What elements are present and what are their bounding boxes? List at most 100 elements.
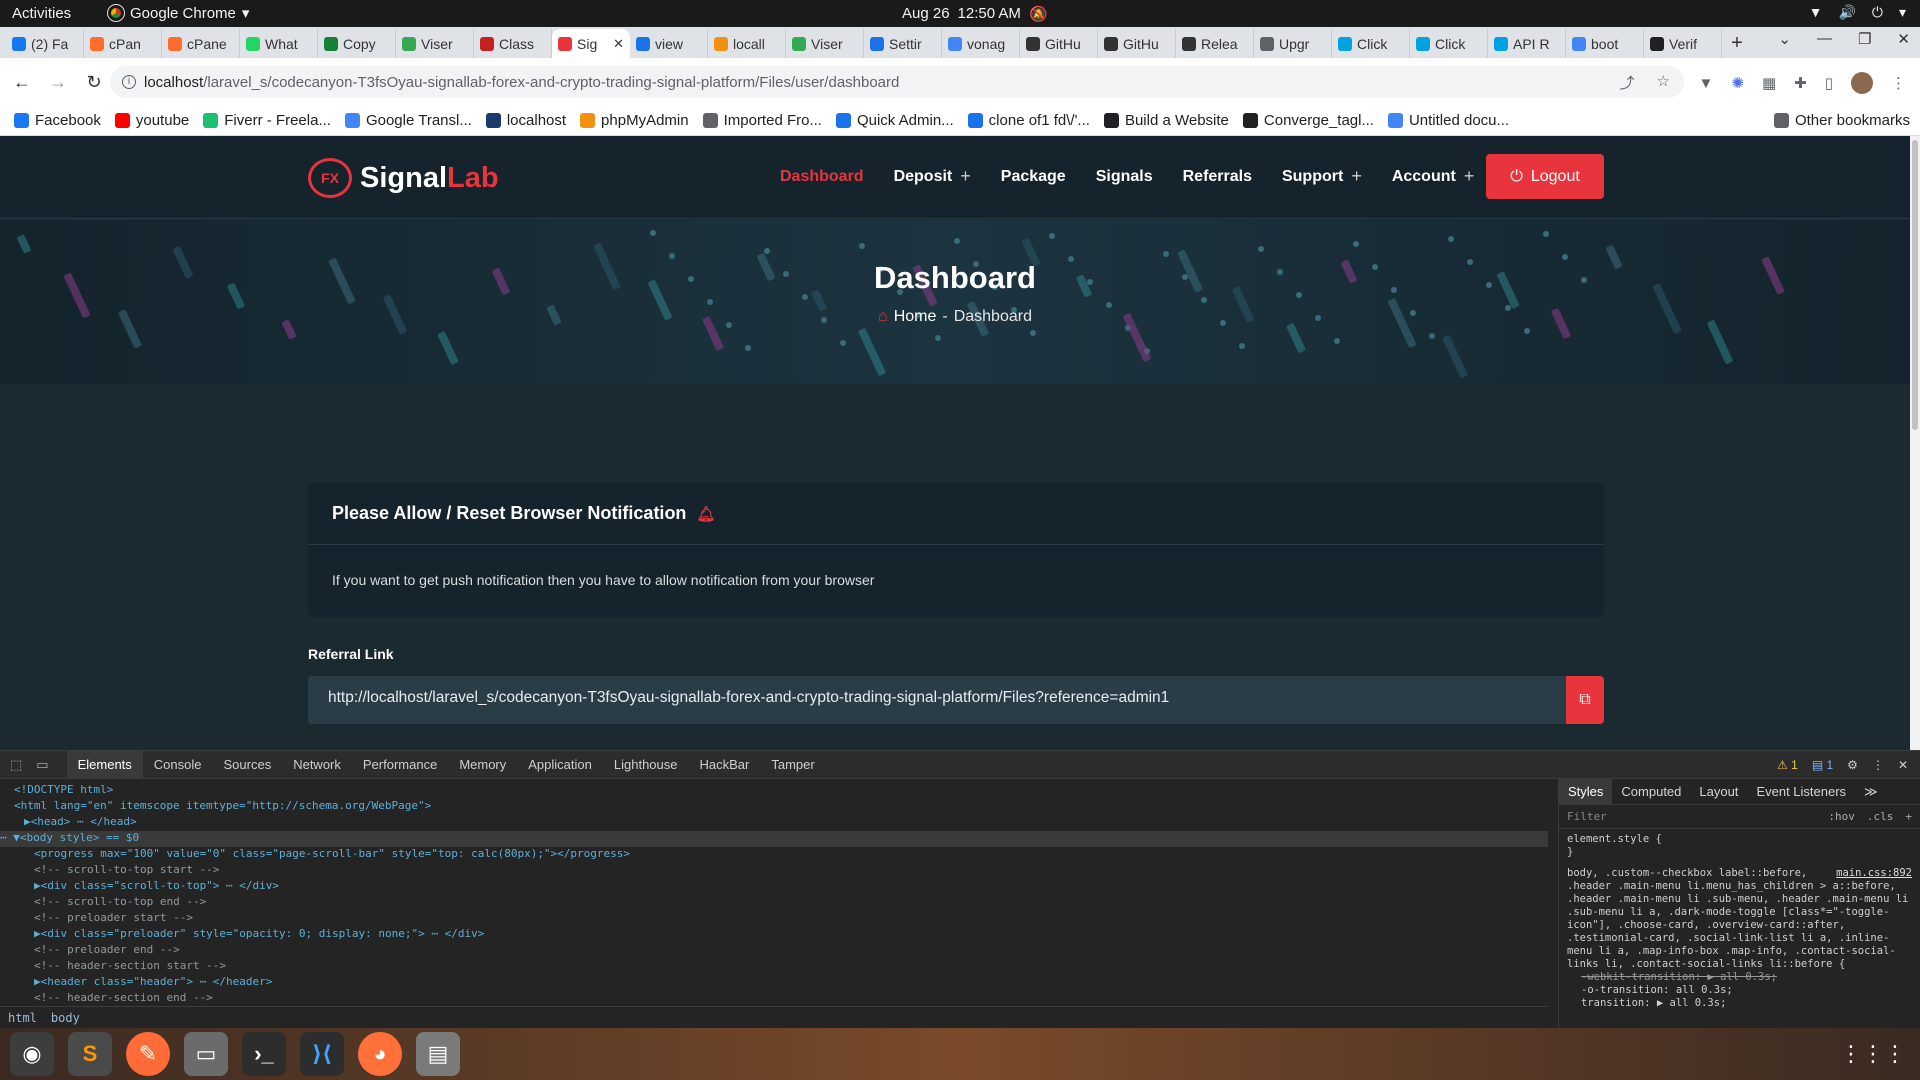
dom-node[interactable]: ▶<div class="scroll-to-top"> ⋯ </div>: [14, 879, 1548, 895]
clock[interactable]: Aug 26 12:50 AM 🔕: [902, 5, 1048, 23]
reload-icon[interactable]: ↻: [76, 72, 112, 93]
extension-gear-icon[interactable]: ✺: [1731, 74, 1744, 92]
dom-node[interactable]: <!-- preloader end -->: [14, 943, 1548, 959]
dom-node[interactable]: <!-- header-section start -->: [14, 959, 1548, 975]
browser-tab[interactable]: Sig ✕: [552, 29, 630, 58]
bookmark-item[interactable]: phpMyAdmin: [580, 112, 689, 129]
dom-node[interactable]: <!-- header-section end -->: [14, 991, 1548, 1006]
browser-tab[interactable]: boot: [1566, 29, 1644, 58]
nav-item-package[interactable]: Package: [1001, 166, 1066, 187]
browser-tab[interactable]: vonag: [942, 29, 1020, 58]
devtools-tab-elements[interactable]: Elements: [66, 750, 143, 779]
side-panel-icon[interactable]: ▯: [1825, 74, 1833, 92]
browser-tab[interactable]: view: [630, 29, 708, 58]
dom-node[interactable]: ▶<div class="preloader" style="opacity: …: [14, 927, 1548, 943]
bookmark-item[interactable]: Facebook: [14, 112, 101, 129]
profile-avatar[interactable]: [1851, 72, 1873, 94]
nav-item-signals[interactable]: Signals: [1096, 166, 1153, 187]
message-badge[interactable]: ▤ 1: [1812, 758, 1833, 772]
back-icon[interactable]: ←: [4, 72, 40, 93]
devtools-tab-performance[interactable]: Performance: [352, 751, 448, 779]
nav-item-support[interactable]: Support +: [1282, 166, 1362, 187]
logout-button[interactable]: ⏻ Logout: [1486, 154, 1604, 199]
bookmark-item[interactable]: localhost: [485, 112, 566, 129]
dom-node[interactable]: <progress max="100" value="0" class="pag…: [14, 847, 1548, 863]
dom-node[interactable]: ▶<head> ⋯ </head>: [14, 815, 1548, 831]
dom-node[interactable]: ⋯ ▼<body style> == $0: [0, 831, 1548, 847]
share-icon[interactable]: ⤴: [1620, 72, 1635, 93]
bookmark-item[interactable]: Untitled docu...: [1387, 112, 1509, 129]
browser-tab[interactable]: Relea: [1176, 29, 1254, 58]
bookmark-item[interactable]: youtube: [114, 112, 189, 129]
bookmark-item[interactable]: Google Transl...: [344, 112, 472, 129]
dom-breadcrumb-item[interactable]: body: [51, 1011, 80, 1025]
close-window-icon[interactable]: ✕: [1897, 30, 1910, 48]
devtools-tab-lighthouse[interactable]: Lighthouse: [603, 751, 689, 779]
site-logo[interactable]: FX SignalLab: [308, 158, 499, 198]
breadcrumb-home[interactable]: Home: [894, 308, 937, 326]
terminal-icon[interactable]: ›_: [242, 1032, 286, 1076]
styles-tab[interactable]: Layout: [1690, 779, 1747, 805]
css-property[interactable]: -webkit-transition: ▶ all 0.3s;: [1567, 971, 1912, 984]
browser-tab[interactable]: cPane: [162, 29, 240, 58]
styles-tab[interactable]: Event Listeners: [1747, 779, 1855, 805]
devtools-tab-tamper[interactable]: Tamper: [760, 751, 825, 779]
expand-plus-icon[interactable]: +: [1464, 166, 1475, 187]
rule-source-link[interactable]: main.css:892: [1836, 867, 1912, 880]
styles-tab[interactable]: Computed: [1612, 779, 1690, 805]
browser-tab[interactable]: Click: [1332, 29, 1410, 58]
dom-node[interactable]: <!DOCTYPE html>: [14, 783, 1548, 799]
dom-node[interactable]: <!-- scroll-to-top end -->: [14, 895, 1548, 911]
nav-item-deposit[interactable]: Deposit +: [894, 166, 971, 187]
vscode-icon[interactable]: ⟩⟨: [300, 1032, 344, 1076]
app-menu[interactable]: Google Chrome ▾: [107, 4, 249, 22]
browser-tab[interactable]: Copy: [318, 29, 396, 58]
sublime-text-icon[interactable]: S: [68, 1032, 112, 1076]
bookmark-item[interactable]: Converge_tagl...: [1242, 112, 1374, 129]
new-tab-button[interactable]: +: [1722, 29, 1752, 58]
styles-tab[interactable]: Styles: [1559, 778, 1613, 805]
show-applications-icon[interactable]: ⋮⋮⋮: [1840, 1041, 1906, 1067]
system-tray[interactable]: ▼ 🔊 ⏻ ▾: [1809, 4, 1906, 21]
dom-node[interactable]: <!-- preloader start -->: [14, 911, 1548, 927]
copy-button[interactable]: ⧉: [1566, 676, 1604, 724]
devtools-tab-hackbar[interactable]: HackBar: [689, 751, 761, 779]
browser-tab[interactable]: What: [240, 29, 318, 58]
expand-plus-icon[interactable]: +: [960, 166, 971, 187]
device-toolbar-icon[interactable]: ▭: [36, 757, 48, 773]
referral-link-input[interactable]: http://localhost/laravel_s/codecanyon-T3…: [308, 676, 1566, 724]
postman-icon[interactable]: ✎: [126, 1032, 170, 1076]
dom-node[interactable]: ▶<header class="header"> ⋯ </header>: [14, 975, 1548, 991]
browser-tab[interactable]: cPan: [84, 29, 162, 58]
nav-item-account[interactable]: Account +: [1392, 166, 1475, 187]
devtools-tab-network[interactable]: Network: [282, 751, 352, 779]
bell-icon[interactable]: 🔔︎: [696, 505, 715, 523]
minimize-icon[interactable]: —: [1817, 30, 1832, 48]
css-property[interactable]: transition: ▶ all 0.3s;: [1567, 997, 1912, 1010]
close-devtools-icon[interactable]: ✕: [1898, 758, 1908, 772]
extensions-puzzle-icon[interactable]: ✚: [1794, 74, 1807, 92]
nav-item-referrals[interactable]: Referrals: [1183, 166, 1252, 187]
extension-calendar-icon[interactable]: ▦: [1762, 74, 1776, 92]
dom-breadcrumb-item[interactable]: html: [8, 1011, 37, 1025]
browser-tab[interactable]: Verif: [1644, 29, 1722, 58]
devtools-tab-sources[interactable]: Sources: [213, 751, 283, 779]
firefox-icon[interactable]: ◕: [358, 1032, 402, 1076]
styles-tab[interactable]: ≫: [1855, 779, 1887, 805]
bookmark-item[interactable]: clone of1 fd\/'...: [967, 112, 1090, 129]
bookmark-item[interactable]: Imported Fro...: [702, 112, 822, 129]
styles-filter-input[interactable]: Filter: [1567, 810, 1816, 823]
bookmark-item[interactable]: Build a Website: [1103, 112, 1229, 129]
more-options-icon[interactable]: ⋮: [1872, 758, 1884, 772]
dom-node[interactable]: <!-- scroll-to-top start -->: [14, 863, 1548, 879]
other-bookmarks[interactable]: Other bookmarks: [1773, 112, 1910, 129]
forward-icon[interactable]: →: [40, 72, 76, 93]
browser-tab[interactable]: locall: [708, 29, 786, 58]
nav-item-dashboard[interactable]: Dashboard: [780, 166, 864, 187]
new-rule-icon[interactable]: +: [1905, 810, 1912, 823]
page-scrollbar[interactable]: [1910, 136, 1920, 750]
settings-icon[interactable]: ⚙: [1847, 758, 1858, 772]
dom-node[interactable]: <html lang="en" itemscope itemtype="http…: [14, 799, 1548, 815]
browser-tab[interactable]: Click: [1410, 29, 1488, 58]
address-bar[interactable]: i localhost/laravel_s/codecanyon-T3fsOya…: [110, 66, 1684, 98]
